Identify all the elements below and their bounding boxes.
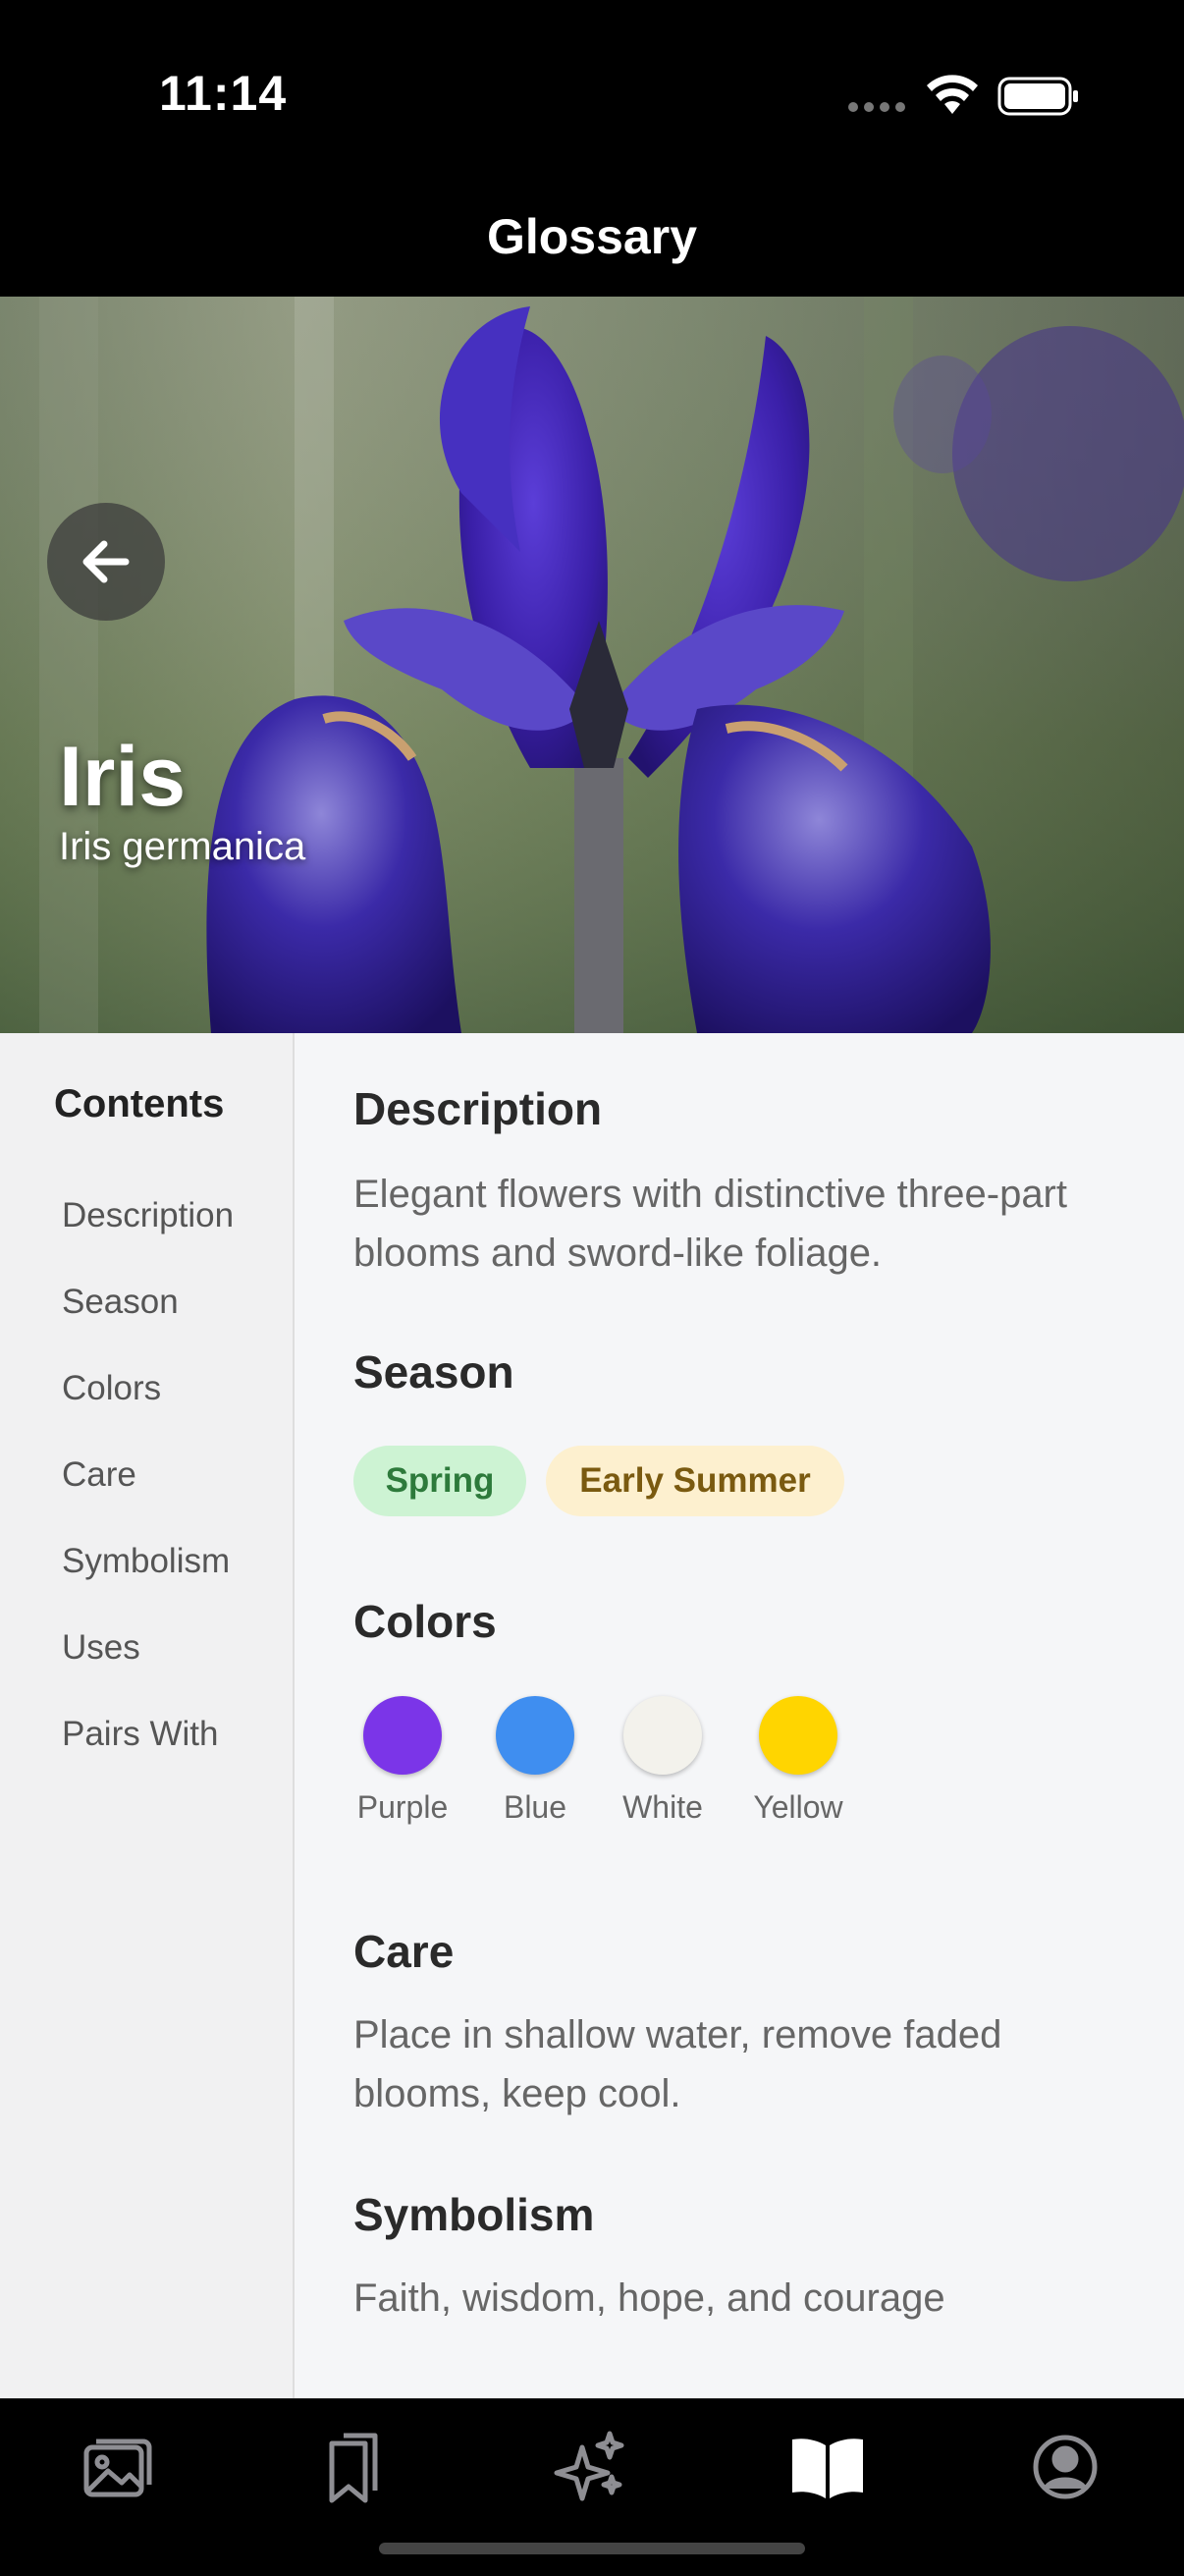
home-indicator — [379, 2543, 805, 2554]
tab-bookmarks[interactable] — [309, 2423, 398, 2511]
flower-name: Iris — [59, 730, 187, 824]
toc-item-symbolism[interactable]: Symbolism — [62, 1542, 230, 1581]
color-label-purple: Purple — [356, 1789, 449, 1825]
tab-glossary[interactable] — [783, 2423, 872, 2511]
section-title-care: Care — [353, 1926, 455, 1977]
symbolism-text: Faith, wisdom, hope, and courage — [353, 2276, 945, 2320]
section-title-description: Description — [353, 1083, 603, 1134]
color-swatch-white — [623, 1696, 702, 1775]
color-label-blue: Blue — [503, 1789, 567, 1825]
tab-bar — [0, 2398, 1184, 2576]
season-tag-spring: Spring — [353, 1446, 526, 1516]
toc-item-care[interactable]: Care — [62, 1455, 136, 1495]
iris-photo — [0, 297, 1184, 1033]
table-of-contents: Contents Description Season Colors Care … — [0, 1033, 295, 2398]
care-text: Place in shallow water, remove faded blo… — [353, 2013, 1002, 2115]
detail-content: Contents Description Season Colors Care … — [0, 1033, 1184, 2398]
section-title-season: Season — [353, 1346, 514, 1398]
scientific-name: Iris germanica — [59, 825, 306, 868]
bookmarks-icon — [329, 2433, 378, 2503]
gallery-icon — [83, 2439, 152, 2497]
glossary-book-icon — [792, 2439, 863, 2498]
status-bar: 11:14 Glossary — [0, 0, 1184, 264]
description-text: Elegant flowers with distinctive three-p… — [353, 1173, 1067, 1275]
wifi-icon — [927, 75, 978, 114]
color-swatch-blue — [496, 1696, 574, 1775]
color-swatch-purple — [363, 1696, 442, 1775]
toc-item-uses[interactable]: Uses — [62, 1628, 140, 1668]
toc-item-colors[interactable]: Colors — [62, 1369, 161, 1408]
hero-image: Iris Iris germanica — [0, 297, 1184, 1033]
section-title-colors: Colors — [353, 1596, 497, 1647]
profile-icon — [1033, 2435, 1098, 2499]
tab-profile[interactable] — [1021, 2423, 1109, 2511]
cellular-signal-icon — [848, 102, 905, 112]
toc-item-description[interactable]: Description — [62, 1196, 234, 1235]
tab-gallery[interactable] — [74, 2423, 162, 2511]
color-label-white: White — [622, 1789, 703, 1825]
back-button[interactable] — [47, 503, 165, 621]
battery-icon — [997, 77, 1078, 116]
sparkles-icon — [554, 2431, 624, 2501]
page-title: Glossary — [486, 209, 697, 264]
color-swatch-yellow — [759, 1696, 837, 1775]
color-label-yellow: Yellow — [753, 1789, 843, 1825]
arrow-left-icon — [82, 540, 130, 583]
season-tag-early-summer: Early Summer — [546, 1446, 844, 1516]
status-time: 11:14 — [159, 66, 288, 121]
tab-sparkles[interactable] — [546, 2423, 634, 2511]
toc-title: Contents — [54, 1082, 225, 1125]
section-title-symbolism: Symbolism — [353, 2189, 595, 2240]
toc-item-pairs-with[interactable]: Pairs With — [62, 1715, 218, 1754]
toc-item-season[interactable]: Season — [62, 1283, 179, 1322]
